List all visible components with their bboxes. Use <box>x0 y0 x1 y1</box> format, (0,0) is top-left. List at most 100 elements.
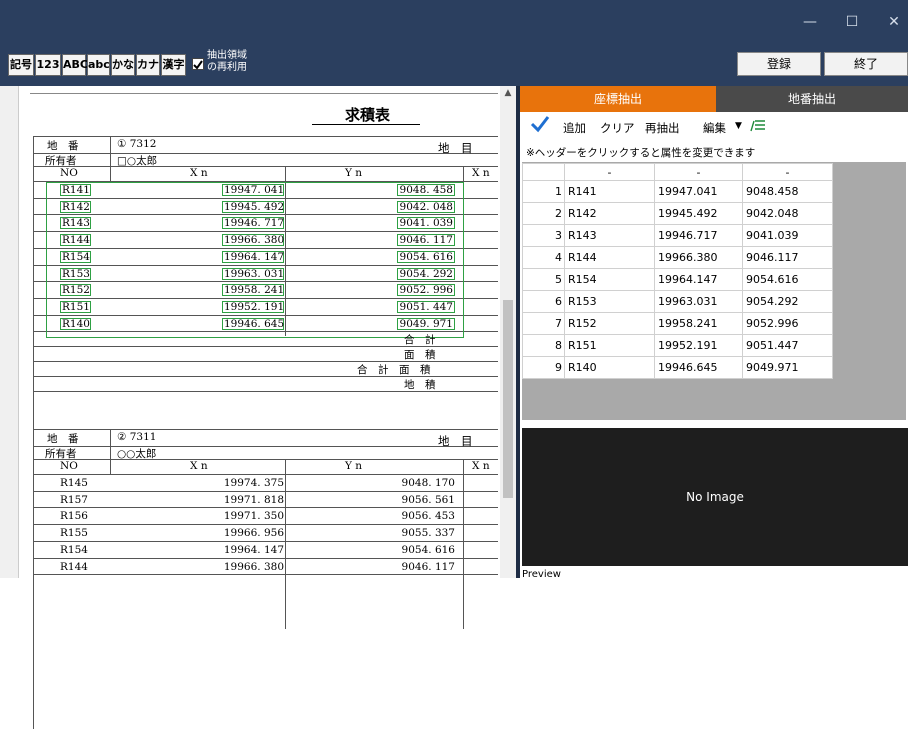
grid-cell-x[interactable]: 19947.041 <box>654 180 743 203</box>
grid-row-number[interactable]: 6 <box>522 290 565 313</box>
grid-cell-y[interactable]: 9052.996 <box>742 312 833 335</box>
list-settings-icon[interactable] <box>750 118 766 137</box>
katakana-button[interactable]: カナ <box>136 54 160 76</box>
reuse-region-checkbox[interactable] <box>192 58 204 70</box>
grid-cell-x[interactable]: 19945.492 <box>654 202 743 225</box>
grid-row[interactable]: 4 R144 19966.380 9046.117 <box>522 246 833 269</box>
grid-header-col1[interactable]: - <box>564 163 655 181</box>
kigou-button[interactable]: 記号 <box>8 54 34 76</box>
grid-cell-y[interactable]: 9042.048 <box>742 202 833 225</box>
grid-cell-point[interactable]: R154 <box>564 268 655 291</box>
grid-cell-point[interactable]: R151 <box>564 334 655 357</box>
scroll-thumb[interactable] <box>503 300 513 498</box>
grid-cell-point[interactable]: R153 <box>564 290 655 313</box>
grid-row-number[interactable]: 3 <box>522 224 565 247</box>
tab-coordinate-extract[interactable]: 座標抽出 <box>520 86 716 112</box>
grid-row-number[interactable]: 8 <box>522 334 565 357</box>
table-row-rule <box>33 491 498 492</box>
doc-cell-x: 19971. 818 <box>223 494 284 506</box>
table-rule <box>33 391 498 392</box>
maximize-button[interactable]: ☐ <box>830 0 874 44</box>
table-rule <box>33 429 498 430</box>
table-rule <box>33 459 498 460</box>
doc-cell-y: 9056. 453 <box>401 510 455 522</box>
scroll-up-icon[interactable]: ▲ <box>500 88 516 100</box>
coordinate-grid: - - - 1 R141 19947.041 9048.458 2 R142 19945.4… <box>522 163 833 379</box>
exit-button[interactable]: 終了 <box>824 52 908 76</box>
close-button[interactable]: ✕ <box>872 0 908 44</box>
extraction-region-box[interactable] <box>46 182 464 338</box>
header-hint: ※ヘッダーをクリックすると属性を変更できます <box>526 147 756 159</box>
grid-row-number[interactable]: 1 <box>522 180 565 203</box>
yn-header: Y n <box>345 460 363 472</box>
chevron-down-icon[interactable]: ▼ <box>735 121 742 131</box>
minimize-button[interactable]: — <box>788 0 832 44</box>
grid-cell-point[interactable]: R141 <box>564 180 655 203</box>
grid-cell-x[interactable]: 19952.191 <box>654 334 743 357</box>
grid-row[interactable]: 2 R142 19945.492 9042.048 <box>522 202 833 225</box>
check-icon <box>193 60 203 70</box>
grid-cell-y[interactable]: 9046.117 <box>742 246 833 269</box>
doc-cell-no: R154 <box>60 544 88 556</box>
grid-cell-y[interactable]: 9054.616 <box>742 268 833 291</box>
chiban-label: 地 番 <box>47 433 79 445</box>
upper-alpha-button[interactable]: ABC <box>62 54 88 76</box>
grid-cell-point[interactable]: R142 <box>564 202 655 225</box>
grid-cell-x[interactable]: 19946.645 <box>654 356 743 379</box>
grid-corner <box>522 163 565 181</box>
grid-row-number[interactable]: 2 <box>522 202 565 225</box>
page-top-rule <box>30 93 498 94</box>
grid-cell-y[interactable]: 9048.458 <box>742 180 833 203</box>
owner-value: ○○太郎 <box>117 448 157 460</box>
edit-menu[interactable]: 編集 <box>703 120 726 136</box>
numeric-button[interactable]: 123 <box>35 54 61 76</box>
grid-cell-x[interactable]: 19958.241 <box>654 312 743 335</box>
grid-row[interactable]: 1 R141 19947.041 9048.458 <box>522 180 833 203</box>
checkbox-label-line1: 抽出領域 <box>207 50 247 61</box>
grid-cell-point[interactable]: R152 <box>564 312 655 335</box>
preview-label: Preview <box>522 566 908 580</box>
checkmark-icon[interactable] <box>530 115 550 136</box>
grid-row-number[interactable]: 4 <box>522 246 565 269</box>
grid-cell-x[interactable]: 19946.717 <box>654 224 743 247</box>
grid-cell-y[interactable]: 9051.447 <box>742 334 833 357</box>
panel-toolbar: 追加 クリア 再抽出 編集 ▼ <box>520 112 908 142</box>
grid-row[interactable]: 8 R151 19952.191 9051.447 <box>522 334 833 357</box>
grid-cell-point[interactable]: R143 <box>564 224 655 247</box>
grid-row[interactable]: 6 R153 19963.031 9054.292 <box>522 290 833 313</box>
grid-header-col3[interactable]: - <box>742 163 833 181</box>
grid-header-col2[interactable]: - <box>654 163 743 181</box>
kanji-button[interactable]: 漢字 <box>161 54 186 76</box>
grid-row-number[interactable]: 9 <box>522 356 565 379</box>
grid-cell-point[interactable]: R140 <box>564 356 655 379</box>
grid-row-number[interactable]: 7 <box>522 312 565 335</box>
grid-cell-y[interactable]: 9049.971 <box>742 356 833 379</box>
grid-cell-x[interactable]: 19966.380 <box>654 246 743 269</box>
hiragana-button[interactable]: かな <box>111 54 135 76</box>
add-button[interactable]: 追加 <box>563 120 586 136</box>
grid-cell-x[interactable]: 19964.147 <box>654 268 743 291</box>
total-area-label: 合 計 面 積 <box>357 364 431 376</box>
lower-alpha-button[interactable]: abc <box>87 54 110 76</box>
clear-button[interactable]: クリア <box>600 120 635 136</box>
tab-parcel-extract[interactable]: 地番抽出 <box>716 86 908 112</box>
xn-header: X n <box>190 460 208 472</box>
grid-row[interactable]: 3 R143 19946.717 9041.039 <box>522 224 833 247</box>
chiban-value: ① 7312 <box>117 138 157 150</box>
table-divider <box>285 459 286 629</box>
sum-label: 合 計 <box>404 334 436 346</box>
grid-cell-x[interactable]: 19963.031 <box>654 290 743 313</box>
grid-row[interactable]: 5 R154 19964.147 9054.616 <box>522 268 833 291</box>
grid-cell-point[interactable]: R144 <box>564 246 655 269</box>
title-underline <box>312 124 420 125</box>
doc-cell-y: 9056. 561 <box>401 494 455 506</box>
checkbox-label-line2: の再利用 <box>207 62 247 73</box>
table-row-rule <box>33 507 498 508</box>
grid-row[interactable]: 9 R140 19946.645 9049.971 <box>522 356 833 379</box>
grid-row-number[interactable]: 5 <box>522 268 565 291</box>
register-button[interactable]: 登録 <box>737 52 821 76</box>
grid-cell-y[interactable]: 9054.292 <box>742 290 833 313</box>
grid-cell-y[interactable]: 9041.039 <box>742 224 833 247</box>
reextract-button[interactable]: 再抽出 <box>645 120 680 136</box>
grid-row[interactable]: 7 R152 19958.241 9052.996 <box>522 312 833 335</box>
